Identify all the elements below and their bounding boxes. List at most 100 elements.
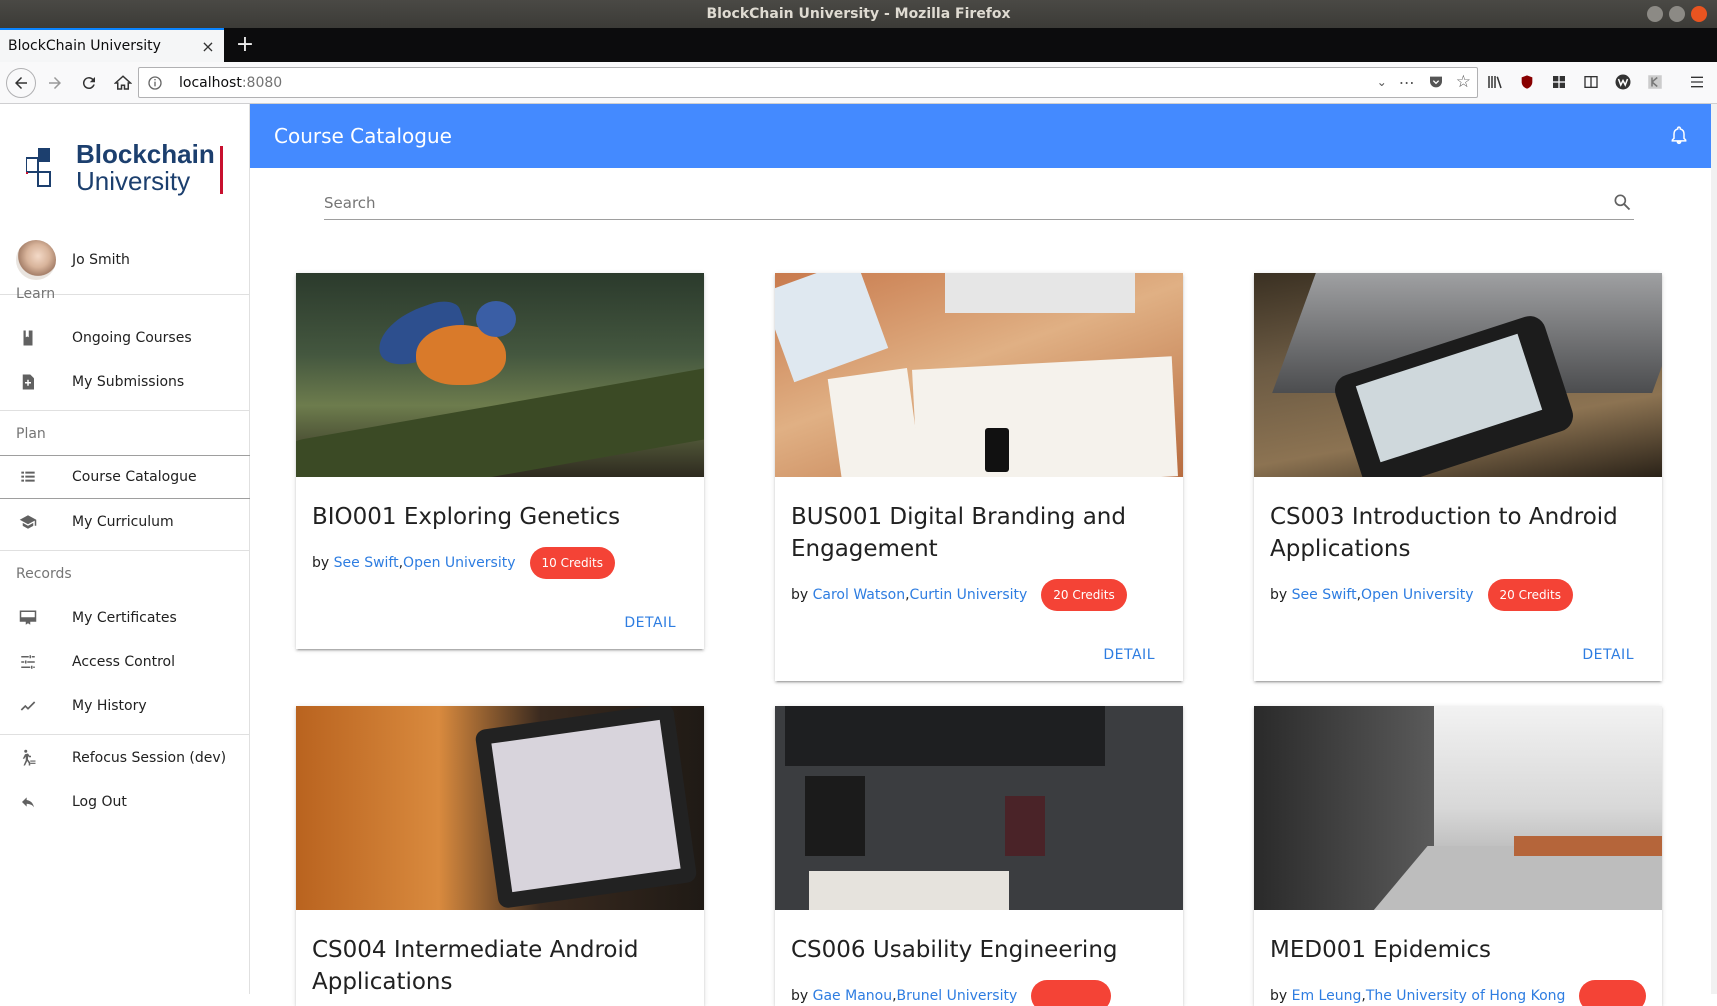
sidebar-item-label: Access Control bbox=[72, 654, 175, 670]
menu-hamburger-icon[interactable] bbox=[1686, 70, 1708, 94]
sidebar-item-log-out[interactable]: Log Out bbox=[0, 780, 250, 824]
pocket-icon[interactable] bbox=[1428, 74, 1444, 90]
course-card[interactable]: MED001 Epidemics by Em Leung, The Univer… bbox=[1254, 706, 1662, 1006]
info-icon[interactable] bbox=[147, 75, 163, 91]
course-meta: by Gae Manou, Brunel University bbox=[791, 980, 1167, 1006]
institution-link[interactable]: Open University bbox=[1361, 587, 1473, 603]
detail-button[interactable]: DETAIL bbox=[1103, 647, 1155, 663]
sidebar-item-my-certificates[interactable]: My Certificates bbox=[0, 596, 250, 640]
university-logo[interactable]: Blockchain University bbox=[26, 140, 226, 200]
browser-navbar: localhost:8080 ⌄ ⋯ ☆ bbox=[0, 62, 1717, 104]
bell-icon bbox=[1671, 126, 1687, 145]
sidebar-item-label: Course Catalogue bbox=[72, 469, 197, 485]
tune-icon bbox=[16, 650, 40, 674]
section-learn: Learn bbox=[16, 286, 56, 302]
arrow-right-icon bbox=[49, 76, 61, 89]
extension-k-icon[interactable] bbox=[1644, 70, 1666, 94]
course-title: CS006 Usability Engineering bbox=[791, 937, 1118, 963]
home-icon bbox=[114, 74, 132, 90]
sidebar-item-my-history[interactable]: My History bbox=[0, 684, 250, 728]
avatar[interactable] bbox=[16, 240, 56, 280]
ublock-icon[interactable] bbox=[1516, 70, 1538, 94]
detail-button[interactable]: DETAIL bbox=[624, 615, 676, 631]
url-host: localhost bbox=[179, 74, 242, 91]
sidebar-item-label: Log Out bbox=[72, 794, 127, 810]
institution-link[interactable]: Curtin University bbox=[910, 587, 1028, 603]
user-profile[interactable]: Jo Smith bbox=[16, 240, 130, 280]
reload-button[interactable] bbox=[74, 68, 104, 98]
url-port: :8080 bbox=[241, 74, 283, 91]
author-link[interactable]: See Swift bbox=[1292, 587, 1357, 603]
course-card[interactable]: CS006 Usability Engineering by Gae Manou… bbox=[775, 706, 1183, 1006]
by-label: by bbox=[1270, 587, 1288, 603]
home-button[interactable] bbox=[108, 68, 138, 98]
logo-mark-icon bbox=[26, 148, 51, 187]
bookmark-star-icon[interactable]: ☆ bbox=[1456, 72, 1471, 92]
credits-badge bbox=[1031, 980, 1112, 1006]
url-actions: ⌄ ⋯ ☆ bbox=[1377, 72, 1471, 92]
course-title: BIO001 Exploring Genetics bbox=[312, 504, 621, 530]
search-button[interactable] bbox=[1612, 192, 1632, 216]
extension-w-icon[interactable] bbox=[1612, 70, 1634, 94]
logo-line1: Blockchain bbox=[76, 139, 215, 169]
sidebar-item-access-control[interactable]: Access Control bbox=[0, 640, 250, 684]
course-meta: by See Swift, Open University 20 Credits bbox=[1270, 579, 1646, 611]
sidebar-item-label: My Certificates bbox=[72, 610, 177, 626]
browser-tab[interactable]: BlockChain University × bbox=[0, 28, 224, 62]
sidebar-item-label: My History bbox=[72, 698, 147, 714]
search-input[interactable] bbox=[324, 188, 1594, 218]
extension-grid-icon[interactable] bbox=[1548, 70, 1570, 94]
detail-button[interactable]: DETAIL bbox=[1582, 647, 1634, 663]
by-label: by bbox=[791, 587, 809, 603]
course-card[interactable]: CS004 Intermediate Android Applications bbox=[296, 706, 704, 1006]
window-controls bbox=[1647, 6, 1707, 22]
chevron-down-icon[interactable]: ⌄ bbox=[1377, 75, 1387, 89]
list-icon bbox=[16, 465, 40, 489]
tab-close-icon[interactable]: × bbox=[200, 37, 216, 56]
tab-strip: BlockChain University × + bbox=[0, 28, 1717, 62]
maximize-button[interactable] bbox=[1669, 6, 1685, 22]
institution-link[interactable]: The University of Hong Kong bbox=[1366, 988, 1566, 1004]
library-icon[interactable] bbox=[1484, 70, 1506, 94]
sidebar-item-my-submissions[interactable]: My Submissions bbox=[0, 360, 250, 404]
sidebar-item-refocus-session[interactable]: Refocus Session (dev) bbox=[0, 736, 250, 780]
scrollbar[interactable] bbox=[1711, 104, 1717, 994]
page-title: Course Catalogue bbox=[274, 124, 452, 148]
logo-wordmark: Blockchain University bbox=[76, 140, 215, 194]
sidebar-item-ongoing-courses[interactable]: Ongoing Courses bbox=[0, 316, 250, 360]
back-button[interactable] bbox=[6, 67, 36, 98]
divider bbox=[0, 550, 250, 551]
notifications-button[interactable] bbox=[1669, 124, 1689, 150]
close-window-button[interactable] bbox=[1691, 6, 1707, 22]
by-label: by bbox=[1270, 988, 1288, 1004]
url-text: localhost:8080 bbox=[179, 75, 282, 91]
sidebar-item-my-curriculum[interactable]: My Curriculum bbox=[0, 500, 250, 544]
sidebar-item-course-catalogue[interactable]: Course Catalogue bbox=[0, 455, 250, 499]
course-image bbox=[296, 706, 704, 910]
course-card[interactable]: CS003 Introduction to Android Applicatio… bbox=[1254, 273, 1662, 681]
reader-view-icon[interactable] bbox=[1580, 70, 1602, 94]
institution-link[interactable]: Brunel University bbox=[897, 988, 1018, 1004]
by-label: by bbox=[791, 988, 809, 1004]
window-titlebar: BlockChain University - Mozilla Firefox bbox=[0, 0, 1717, 28]
page-actions-icon[interactable]: ⋯ bbox=[1399, 73, 1416, 92]
credits-badge: 20 Credits bbox=[1041, 579, 1127, 611]
certificate-icon bbox=[16, 606, 40, 630]
by-label: by bbox=[312, 555, 330, 571]
course-title: BUS001 Digital Branding and Engagement bbox=[791, 504, 1126, 562]
author-link[interactable]: Carol Watson bbox=[813, 587, 905, 603]
author-link[interactable]: See Swift bbox=[334, 555, 399, 571]
course-meta: by Em Leung, The University of Hong Kong bbox=[1270, 980, 1646, 1006]
new-tab-button[interactable]: + bbox=[230, 30, 260, 60]
logo-line2: University bbox=[76, 166, 191, 196]
search-field[interactable] bbox=[324, 188, 1634, 220]
course-card[interactable]: BIO001 Exploring Genetics by See Swift, … bbox=[296, 273, 704, 649]
walk-icon bbox=[16, 746, 40, 770]
url-bar[interactable]: localhost:8080 ⌄ ⋯ ☆ bbox=[138, 67, 1478, 98]
minimize-button[interactable] bbox=[1647, 6, 1663, 22]
course-card[interactable]: BUS001 Digital Branding and Engagement b… bbox=[775, 273, 1183, 681]
author-link[interactable]: Em Leung bbox=[1292, 988, 1362, 1004]
author-link[interactable]: Gae Manou bbox=[813, 988, 892, 1004]
forward-button[interactable] bbox=[40, 68, 70, 98]
institution-link[interactable]: Open University bbox=[403, 555, 515, 571]
